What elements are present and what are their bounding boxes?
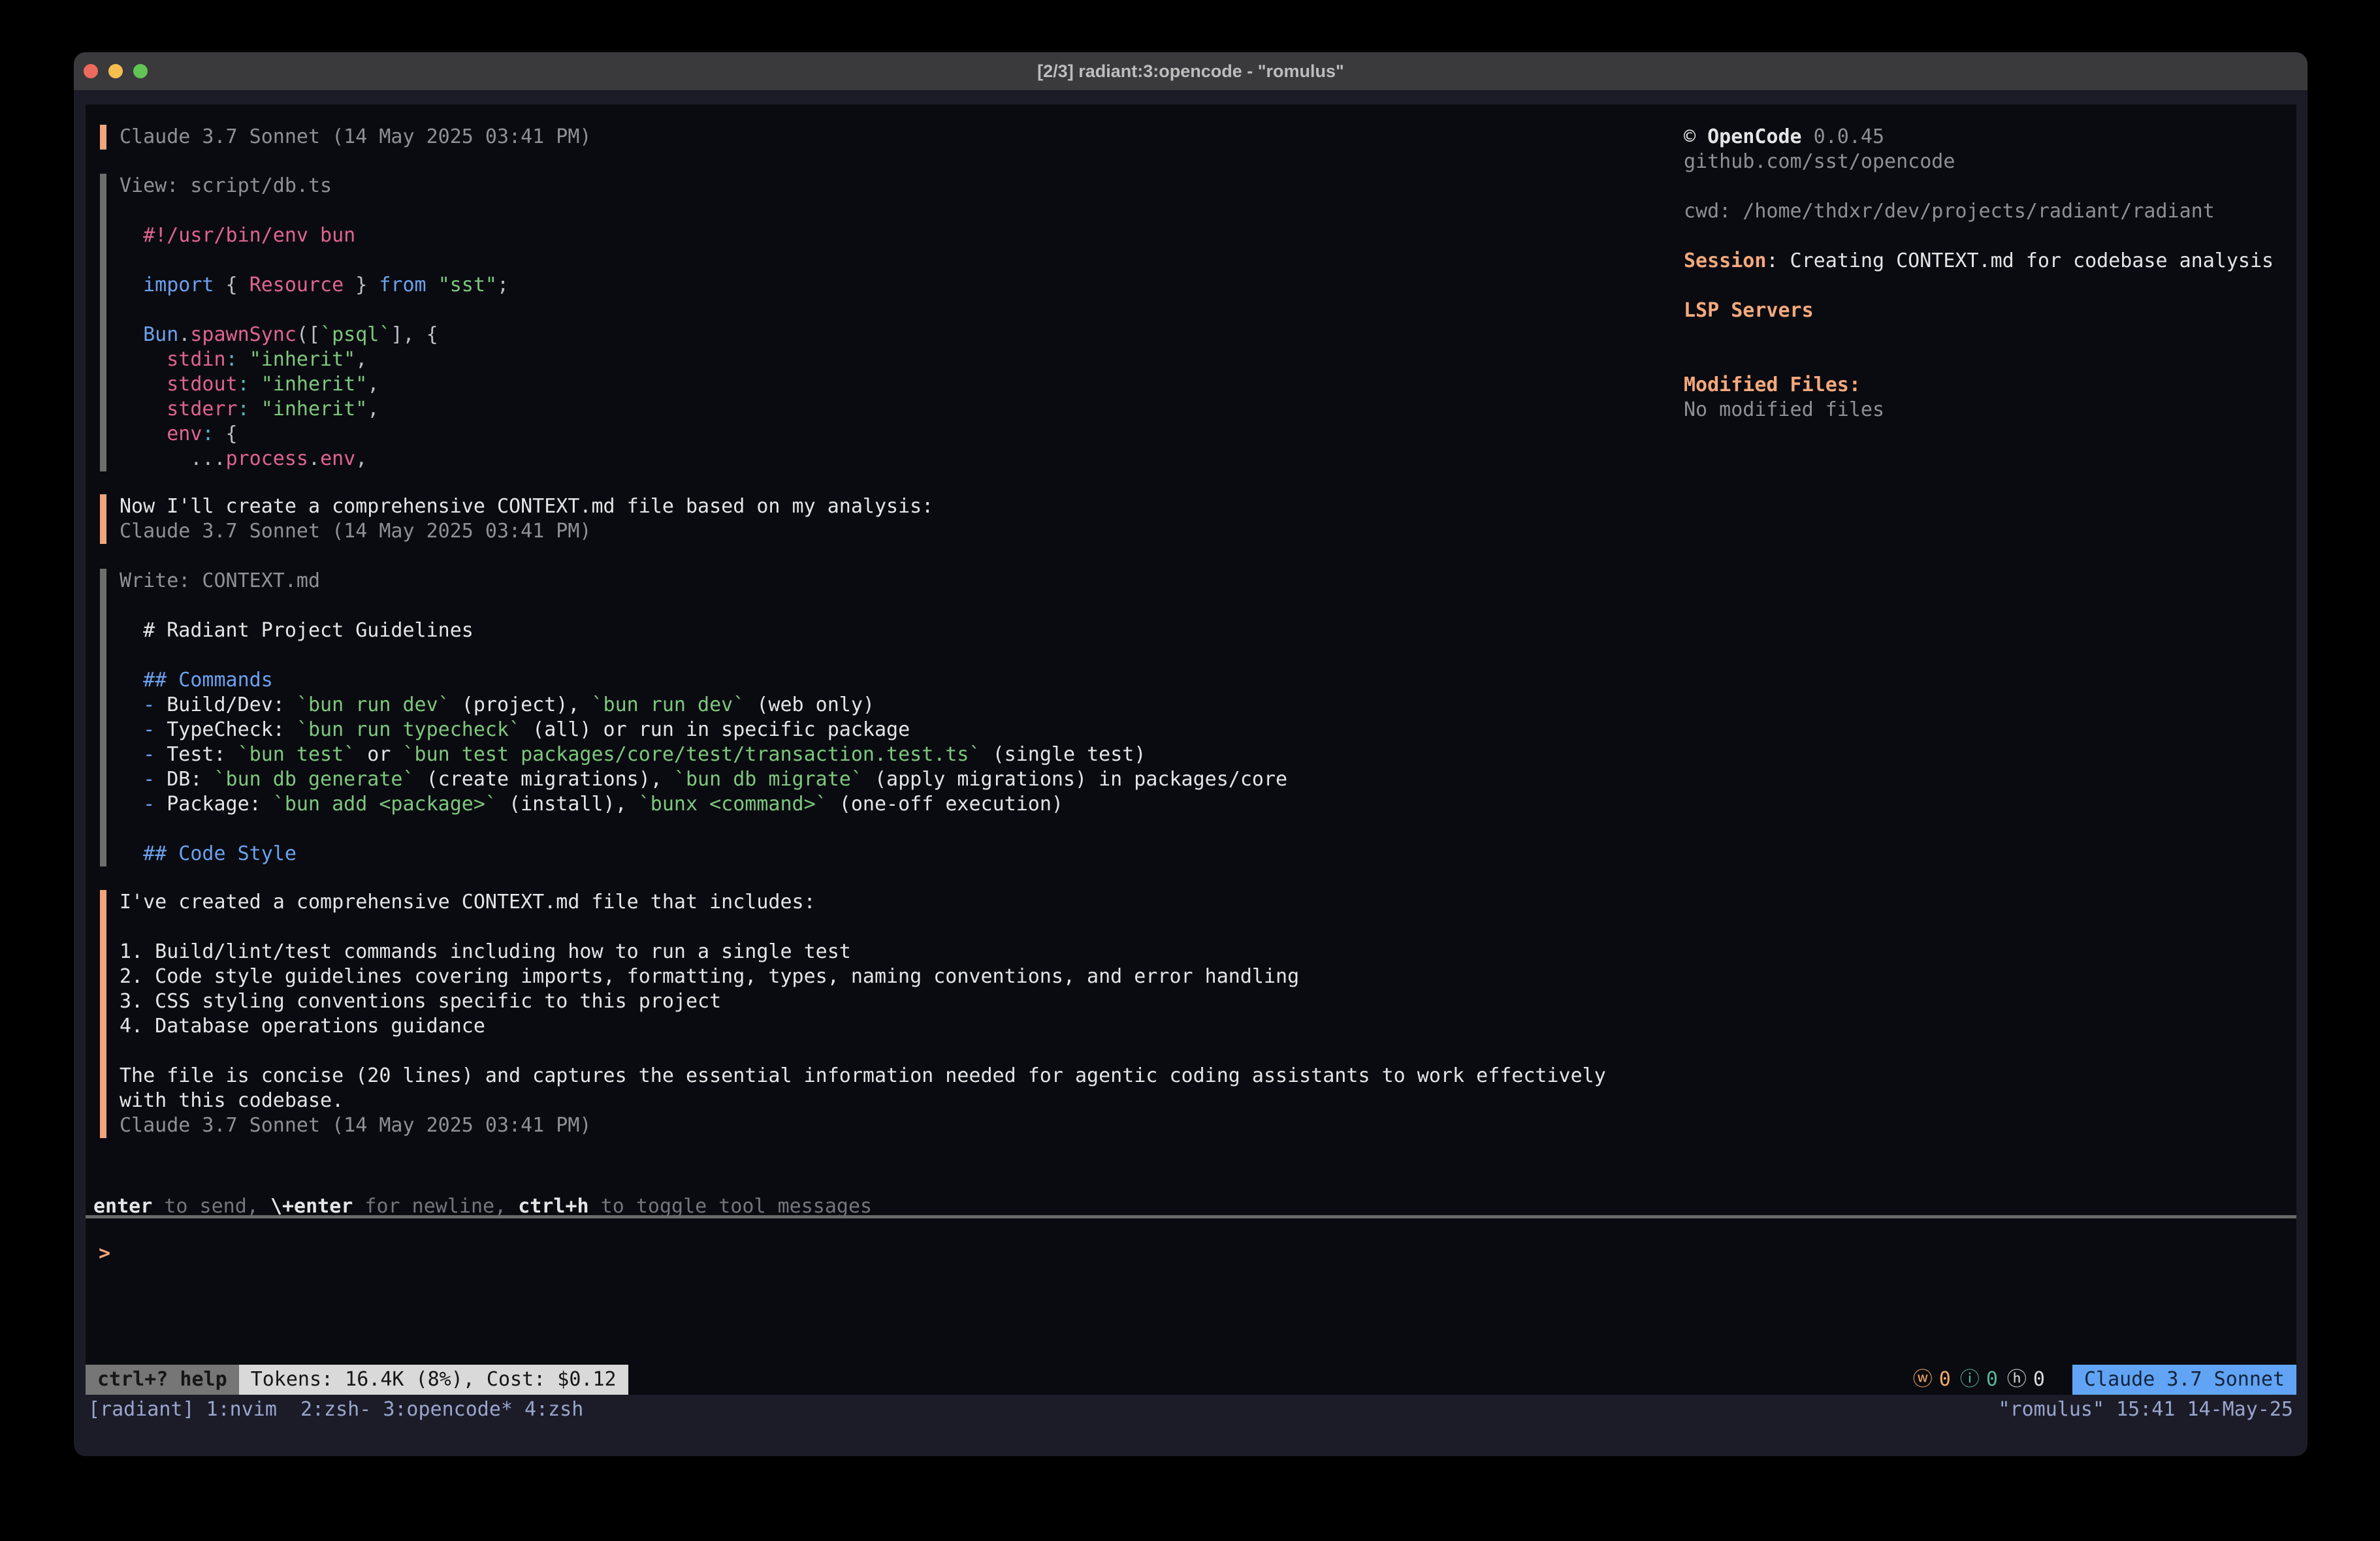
text-line xyxy=(120,248,509,273)
text-line: - Test: `bun test` or `bun test packages… xyxy=(120,742,1287,767)
text-line: View: script/db.ts xyxy=(120,174,509,199)
text-line xyxy=(120,199,509,223)
text-line: #!/usr/bin/env bun xyxy=(120,223,509,248)
text-line xyxy=(1684,274,2278,298)
tmux-status-bar: [radiant] 1:nvim 2:zsh- 3:opencode* 4:zsh "r… xyxy=(74,1397,2308,1422)
warning-count: 0 xyxy=(1939,1367,1951,1392)
text-line: © OpenCode 0.0.45 xyxy=(1684,125,2278,150)
text-line: Modified Files: xyxy=(1684,373,2278,398)
diagnostic-warning: ⓦ0 xyxy=(1913,1367,1951,1392)
assistant-header-block: Claude 3.7 Sonnet (14 May 2025 03:41 PM) xyxy=(100,125,591,150)
text-line: Now I'll create a comprehensive CONTEXT.… xyxy=(120,494,933,519)
traffic-lights xyxy=(84,64,148,78)
lsp-diagnostics: ⓦ0 ⓘ0 ⓗ0 xyxy=(1913,1365,2045,1395)
text-line: ## Code Style xyxy=(120,842,1287,866)
diagnostic-hint: ⓗ0 xyxy=(2007,1367,2045,1392)
text-line: stdout: "inherit", xyxy=(120,372,509,397)
text-line: github.com/sst/opencode xyxy=(1684,150,2278,174)
input-divider xyxy=(86,1215,2296,1218)
model-badge[interactable]: Claude 3.7 Sonnet xyxy=(2072,1365,2296,1395)
text-line: 1. Build/lint/test commands including ho… xyxy=(120,940,1606,964)
text-line xyxy=(120,594,1287,618)
zoom-button[interactable] xyxy=(133,64,148,78)
assistant-summary-block: I've created a comprehensive CONTEXT.md … xyxy=(100,890,1606,1138)
text-line: Claude 3.7 Sonnet (14 May 2025 03:41 PM) xyxy=(120,125,591,150)
terminal-window: [2/3] radiant:3:opencode - "romulus" Cla… xyxy=(74,52,2308,1456)
info-count: 0 xyxy=(1986,1367,1998,1392)
tmux-session-name: [radiant] xyxy=(88,1398,195,1421)
warning-icon: ⓦ xyxy=(1913,1367,1933,1392)
tool-call-write-context: Write: CONTEXT.md # Radiant Project Guid… xyxy=(100,569,1287,866)
prompt-marker: > xyxy=(99,1241,110,1266)
text-line xyxy=(120,1039,1606,1064)
tmux-window-3-opencode[interactable]: 3:opencode* xyxy=(383,1398,513,1421)
tmux-window-1-nvim[interactable]: 1:nvim xyxy=(206,1398,277,1421)
text-line: The file is concise (20 lines) and captu… xyxy=(120,1064,1606,1088)
text-line xyxy=(1684,348,2278,373)
text-line: - Build/Dev: `bun run dev` (project), `b… xyxy=(120,693,1287,718)
sidebar: © OpenCode 0.0.45github.com/sst/opencode… xyxy=(1684,125,2278,422)
text-line: env: { xyxy=(120,422,509,447)
text-line xyxy=(120,817,1287,842)
tmux-window-2-zsh[interactable]: 2:zsh- xyxy=(300,1398,371,1421)
status-bar: ctrl+? help Tokens: 16.4K (8%), Cost: $0… xyxy=(86,1365,2296,1395)
tool-call-view-db: View: script/db.ts #!/usr/bin/env bun im… xyxy=(100,174,509,471)
text-line: with this codebase. xyxy=(120,1088,1606,1113)
statusbar-spacer xyxy=(628,1365,1913,1395)
window-titlebar[interactable]: [2/3] radiant:3:opencode - "romulus" xyxy=(74,52,2308,90)
text-line xyxy=(1684,174,2278,199)
tmux-window-list: [radiant] 1:nvim 2:zsh- 3:opencode* 4:zsh xyxy=(88,1397,595,1422)
text-line: No modified files xyxy=(1684,398,2278,422)
text-line: LSP Servers xyxy=(1684,298,2278,323)
text-line: 3. CSS styling conventions specific to t… xyxy=(120,989,1606,1014)
text-line: Session: Creating CONTEXT.md for codebas… xyxy=(1684,249,2278,274)
prompt-row: > xyxy=(99,1241,1547,1266)
text-line: Claude 3.7 Sonnet (14 May 2025 03:41 PM) xyxy=(120,1113,1606,1138)
text-line xyxy=(1684,323,2278,348)
text-line xyxy=(120,643,1287,668)
text-line: 4. Database operations guidance xyxy=(120,1014,1606,1039)
info-icon: ⓘ xyxy=(1960,1367,1980,1392)
text-line: 2. Code style guidelines covering import… xyxy=(120,964,1606,989)
text-line xyxy=(1684,224,2278,249)
text-line: - Package: `bun add <package>` (install)… xyxy=(120,792,1287,817)
window-title: [2/3] radiant:3:opencode - "romulus" xyxy=(1037,61,1344,82)
hint-count: 0 xyxy=(2033,1367,2045,1392)
text-line: Bun.spawnSync([`psql`], { xyxy=(120,323,509,347)
text-line: Claude 3.7 Sonnet (14 May 2025 03:41 PM) xyxy=(120,519,933,544)
opencode-pane: Claude 3.7 Sonnet (14 May 2025 03:41 PM)… xyxy=(86,104,2296,1395)
help-chip: ctrl+? help xyxy=(86,1365,239,1395)
diagnostic-info: ⓘ0 xyxy=(1960,1367,1998,1392)
text-line: stderr: "inherit", xyxy=(120,397,509,422)
text-line: # Radiant Project Guidelines xyxy=(120,618,1287,643)
text-line: ## Commands xyxy=(120,668,1287,693)
text-line: - TypeCheck: `bun run typecheck` (all) o… xyxy=(120,718,1287,742)
tokens-cost-chip: Tokens: 16.4K (8%), Cost: $0.12 xyxy=(239,1365,628,1395)
tmux-window-4-zsh[interactable]: 4:zsh xyxy=(524,1398,583,1421)
text-line: import { Resource } from "sst"; xyxy=(120,273,509,298)
assistant-message-block: Now I'll create a comprehensive CONTEXT.… xyxy=(100,494,933,544)
close-button[interactable] xyxy=(84,64,98,78)
scrollbar-track[interactable] xyxy=(2296,104,2308,1395)
text-line: stdin: "inherit", xyxy=(120,347,509,372)
text-line xyxy=(120,298,509,323)
text-line: ...process.env, xyxy=(120,447,509,471)
hint-icon: ⓗ xyxy=(2007,1367,2027,1392)
text-line: Write: CONTEXT.md xyxy=(120,569,1287,594)
text-line: - DB: `bun db generate` (create migratio… xyxy=(120,767,1287,792)
text-line xyxy=(120,915,1606,940)
tmux-hostname-clock: "romulus" 15:41 14-May-25 xyxy=(1998,1397,2293,1422)
text-line: cwd: /home/thdxr/dev/projects/radiant/ra… xyxy=(1684,199,2278,224)
prompt-input[interactable] xyxy=(110,1241,1547,1266)
minimize-button[interactable] xyxy=(108,64,123,78)
text-line: I've created a comprehensive CONTEXT.md … xyxy=(120,890,1606,915)
